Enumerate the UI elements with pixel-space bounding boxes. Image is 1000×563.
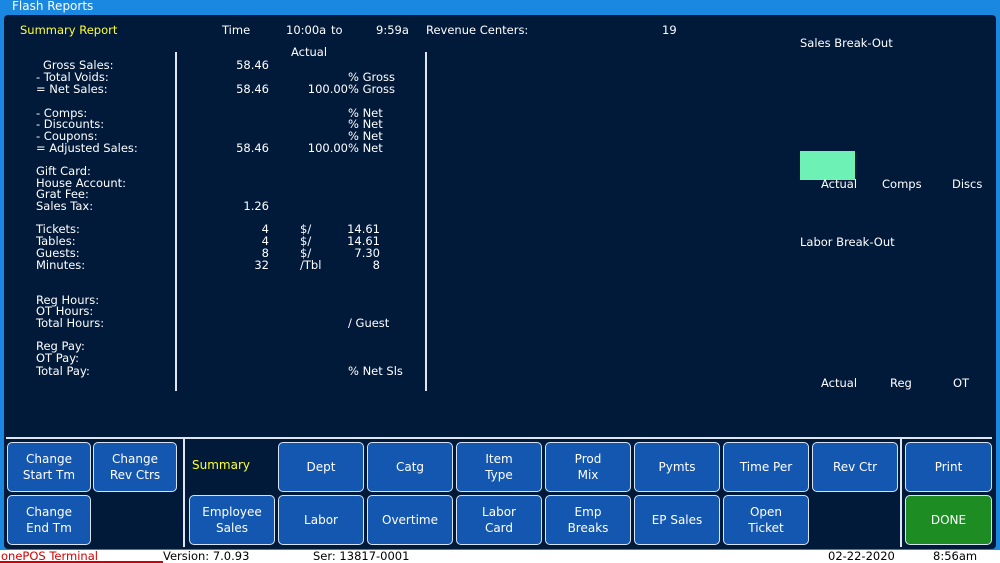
sales-legend-actual: Actual [821, 177, 858, 191]
time-to-label: to [331, 23, 343, 37]
report-title: Summary Report [20, 23, 118, 37]
version-label: Version: 7.0.93 [163, 549, 250, 563]
labor-legend-reg: Reg [890, 376, 912, 390]
total-pay-pct-label: % Net Sls [348, 364, 403, 378]
button-divider-right [900, 439, 902, 547]
labor-legend-actual: Actual [821, 376, 858, 390]
total-hours-label: Total Hours: [36, 316, 105, 330]
time-label: Time [222, 23, 251, 37]
adjusted-sales-label: = Adjusted Sales: [36, 141, 138, 155]
sales-legend-discs: Discs [952, 177, 983, 191]
done-button[interactable]: DONE [905, 495, 992, 545]
time-from: 10:00a [286, 23, 327, 37]
labor-legend-ot: OT [953, 376, 970, 390]
minutes-label: Minutes: [36, 258, 86, 272]
rev-centers-label: Revenue Centers: [426, 23, 529, 37]
actual-heading: Actual [291, 45, 328, 59]
button-divider-left [183, 439, 185, 547]
change-start-time-button[interactable]: Change Start Tm [7, 442, 91, 492]
labor-button[interactable]: Labor [278, 495, 364, 545]
gross-sales-value: 58.46 [236, 58, 269, 72]
minutes-value: 32 [254, 258, 269, 272]
net-sales-label: = Net Sales: [36, 82, 108, 96]
change-end-time-button[interactable]: Change End Tm [7, 495, 91, 545]
column-divider-left [175, 52, 177, 391]
dept-button[interactable]: Dept [278, 442, 364, 492]
ep-sales-button[interactable]: EP Sales [634, 495, 720, 545]
prod-mix-button[interactable]: Prod Mix [545, 442, 631, 492]
minutes-ratio: 8 [372, 258, 380, 272]
labor-breakout-title: Labor Break-Out [800, 235, 895, 249]
date-label: 02-22-2020 [828, 549, 895, 563]
rev-ctr-button[interactable]: Rev Ctr [812, 442, 898, 492]
time-to: 9:59a [376, 23, 409, 37]
summary-tab[interactable]: Summary [192, 459, 250, 472]
adjusted-sales-pct-label: % Net [348, 141, 383, 155]
labor-card-button[interactable]: Labor Card [456, 495, 542, 545]
item-type-button[interactable]: Item Type [456, 442, 542, 492]
adjusted-sales-pct: 100.00 [307, 141, 348, 155]
employee-sales-button[interactable]: Employee Sales [189, 495, 275, 545]
catg-button[interactable]: Catg [367, 442, 453, 492]
overtime-button[interactable]: Overtime [367, 495, 453, 545]
emp-breaks-button[interactable]: Emp Breaks [545, 495, 631, 545]
net-sales-pct: 100.00 [307, 82, 348, 96]
sales-actual-bar [800, 151, 855, 180]
time-per-button[interactable]: Time Per [723, 442, 809, 492]
print-button[interactable]: Print [905, 442, 992, 492]
clock-label: 8:56am [933, 549, 978, 563]
serial-label: Ser: 13817-0001 [313, 549, 410, 563]
sales-legend-comps: Comps [882, 177, 922, 191]
total-pay-label: Total Pay: [36, 364, 90, 378]
column-divider-right [425, 52, 427, 391]
net-sales-pct-label: % Gross [348, 82, 395, 96]
sales-tax-label: Sales Tax: [36, 199, 94, 213]
adjusted-sales-value: 58.46 [236, 141, 269, 155]
pymts-button[interactable]: Pymts [634, 442, 720, 492]
change-rev-ctrs-button[interactable]: Change Rev Ctrs [93, 442, 177, 492]
open-ticket-button[interactable]: Open Ticket [723, 495, 809, 545]
title-bar: Flash Reports [0, 0, 1000, 14]
sales-breakout-title: Sales Break-Out [800, 36, 893, 50]
button-area-divider [6, 437, 992, 439]
total-hours-pct-label: / Guest [348, 316, 390, 330]
sales-tax-value: 1.26 [243, 199, 269, 213]
net-sales-value: 58.46 [236, 82, 269, 96]
rev-centers-value: 19 [662, 23, 677, 37]
window-title: Flash Reports [12, 0, 94, 13]
minutes-unit: /Tbl [300, 258, 322, 272]
